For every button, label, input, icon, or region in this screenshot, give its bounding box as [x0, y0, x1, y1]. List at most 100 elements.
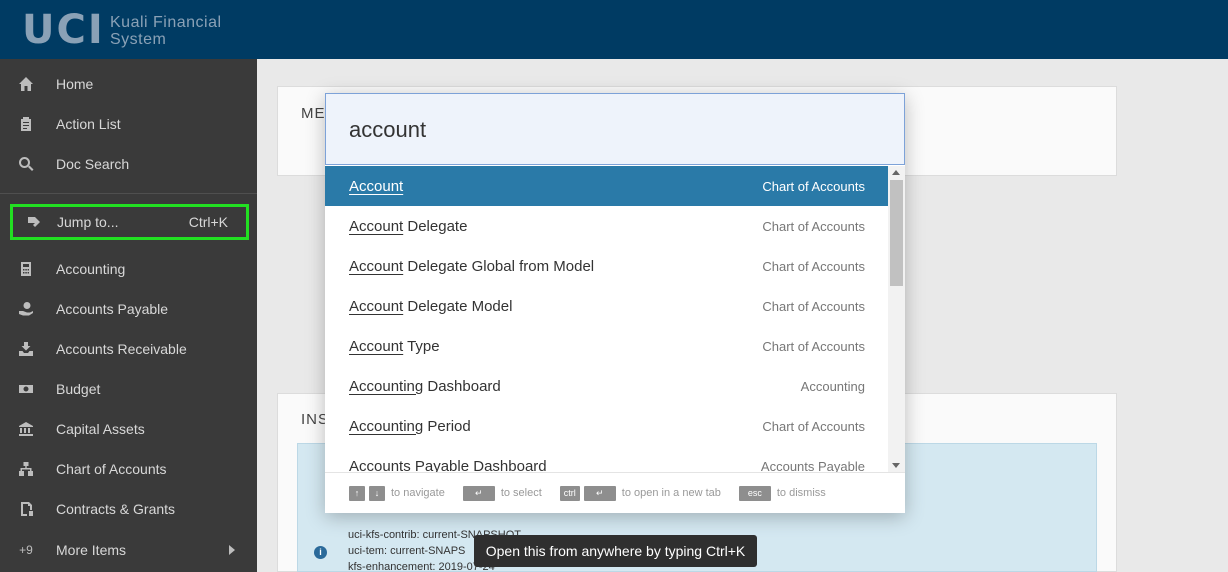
result-category: Accounts Payable	[760, 458, 865, 473]
result-rest: Delegate	[403, 217, 468, 235]
sidebar-item-action-list[interactable]: Action List	[0, 104, 257, 144]
result-item[interactable]: Accounting Dashboard Accounting	[325, 366, 888, 406]
result-match: Accounting	[349, 377, 424, 395]
result-item[interactable]: Accounting Period Chart of Accounts	[325, 406, 888, 446]
results-list: Account Chart of Accounts Account Delega…	[325, 166, 888, 472]
hint-navigate: to navigate	[391, 487, 445, 499]
result-item[interactable]: Account Delegate Model Chart of Accounts	[325, 286, 888, 326]
hint-dismiss: to dismiss	[776, 487, 826, 499]
jump-shortcut: Ctrl+K	[188, 214, 228, 230]
arrow-up-key: ↑	[349, 485, 365, 501]
enter-key: ↵	[583, 485, 616, 501]
sidebar-item-label: Contracts & Grants	[56, 501, 176, 517]
jump-tooltip: Open this from anywhere by typing Ctrl+K	[474, 535, 757, 567]
info-line: kfs-enhancement: 2019-07-24	[348, 561, 495, 572]
scroll-up-icon[interactable]	[892, 170, 900, 175]
panel-title-top: ME	[301, 105, 326, 122]
result-rest: Period	[423, 417, 471, 435]
sidebar: Home Action List Doc Search Jump to... C…	[0, 59, 257, 572]
jump-to-modal: Account Chart of Accounts Account Delega…	[325, 93, 905, 513]
app-name-line1: Kuali Financial	[110, 14, 222, 31]
result-rest: Delegate Model	[403, 297, 513, 315]
result-rest: Delegate Global from Model	[403, 257, 595, 275]
sidebar-item-home[interactable]: Home	[0, 64, 257, 104]
jump-label: Jump to...	[57, 214, 119, 230]
result-category: Chart of Accounts	[762, 258, 865, 274]
sidebar-item-label: Accounts Payable	[56, 301, 169, 317]
result-category: Chart of Accounts	[762, 338, 865, 354]
contract-icon	[0, 501, 56, 517]
calculator-icon	[0, 261, 56, 277]
search-icon	[0, 156, 56, 172]
inbox-icon	[0, 341, 56, 357]
result-category: Chart of Accounts	[762, 298, 865, 314]
result-match: Accounts	[349, 457, 411, 473]
result-category: Accounting	[800, 378, 865, 394]
sidebar-item-label: Budget	[56, 381, 101, 397]
sidebar-item-doc-search[interactable]: Doc Search	[0, 144, 257, 184]
sidebar-item-contracts-grants[interactable]: Contracts & Grants	[0, 489, 257, 529]
search-input[interactable]	[349, 112, 869, 148]
uci-logo[interactable]: UCI	[22, 10, 105, 50]
more-count: +9	[19, 543, 33, 557]
result-rest: Dashboard	[423, 377, 501, 395]
sidebar-divider	[0, 193, 257, 194]
result-item[interactable]: Account Delegate Global from Model Chart…	[325, 246, 888, 286]
result-category: Chart of Accounts	[762, 178, 865, 194]
esc-key: esc	[738, 485, 771, 501]
sidebar-item-label: Capital Assets	[56, 421, 145, 437]
sidebar-item-label: Accounts Receivable	[56, 341, 187, 357]
money-icon	[0, 381, 56, 397]
result-match: Account	[349, 177, 404, 195]
result-item[interactable]: Account Delegate Chart of Accounts	[325, 206, 888, 246]
result-match: Account	[349, 297, 404, 315]
jump-icon	[13, 214, 53, 230]
sidebar-item-accounts-payable[interactable]: Accounts Payable	[0, 289, 257, 329]
result-match: Account	[349, 257, 404, 275]
chevron-right-icon	[229, 545, 235, 555]
result-match: Account	[349, 337, 404, 355]
result-item[interactable]: Accounts Payable Dashboard Accounts Paya…	[325, 446, 888, 473]
search-box	[325, 93, 905, 165]
scrollbar-thumb[interactable]	[890, 180, 903, 286]
keyboard-hints: ↑ ↓ to navigate ↵ to select ctrl ↵ to op…	[325, 472, 905, 513]
result-category: Chart of Accounts	[762, 218, 865, 234]
hint-new-tab: to open in a new tab	[621, 487, 721, 499]
clipboard-icon	[0, 116, 56, 132]
sidebar-item-capital-assets[interactable]: Capital Assets	[0, 409, 257, 449]
sidebar-item-label: Chart of Accounts	[56, 461, 167, 477]
sidebar-item-budget[interactable]: Budget	[0, 369, 257, 409]
hand-coin-icon	[0, 301, 56, 317]
scroll-down-icon[interactable]	[892, 463, 900, 468]
bank-icon	[0, 421, 56, 437]
jump-to-button[interactable]: Jump to... Ctrl+K	[10, 204, 249, 240]
ctrl-key: ctrl	[559, 485, 580, 501]
sidebar-item-more-items[interactable]: +9 More Items	[0, 530, 257, 570]
arrow-down-key: ↓	[369, 485, 385, 501]
sidebar-item-label: Action List	[56, 116, 121, 132]
result-rest: Type	[403, 337, 440, 355]
home-icon	[0, 76, 56, 92]
sidebar-item-accounts-receivable[interactable]: Accounts Receivable	[0, 329, 257, 369]
info-line: uci-tem: current-SNAPS	[348, 545, 466, 557]
app-header: UCI Kuali Financial System	[0, 0, 1228, 59]
sidebar-item-label: Home	[56, 76, 94, 92]
sidebar-item-chart-of-accounts[interactable]: Chart of Accounts	[0, 449, 257, 489]
hint-select: to select	[500, 487, 542, 499]
enter-key: ↵	[462, 485, 495, 501]
sidebar-item-accounting[interactable]: Accounting	[0, 249, 257, 289]
result-match: Account	[349, 217, 404, 235]
result-item[interactable]: Account Type Chart of Accounts	[325, 326, 888, 366]
info-icon: i	[314, 546, 327, 559]
results-scrollbar[interactable]	[888, 166, 905, 472]
sidebar-item-label: Doc Search	[56, 156, 130, 172]
result-category: Chart of Accounts	[762, 418, 865, 434]
result-match: Accounting	[349, 417, 424, 435]
sidebar-item-label: More Items	[56, 542, 127, 558]
sidebar-item-label: Accounting	[56, 261, 126, 277]
result-item[interactable]: Account Chart of Accounts	[325, 166, 888, 206]
hierarchy-icon	[0, 461, 56, 477]
app-name-line2: System	[110, 31, 167, 48]
result-rest: Payable Dashboard	[410, 457, 547, 473]
app-name: Kuali Financial System	[110, 14, 222, 48]
